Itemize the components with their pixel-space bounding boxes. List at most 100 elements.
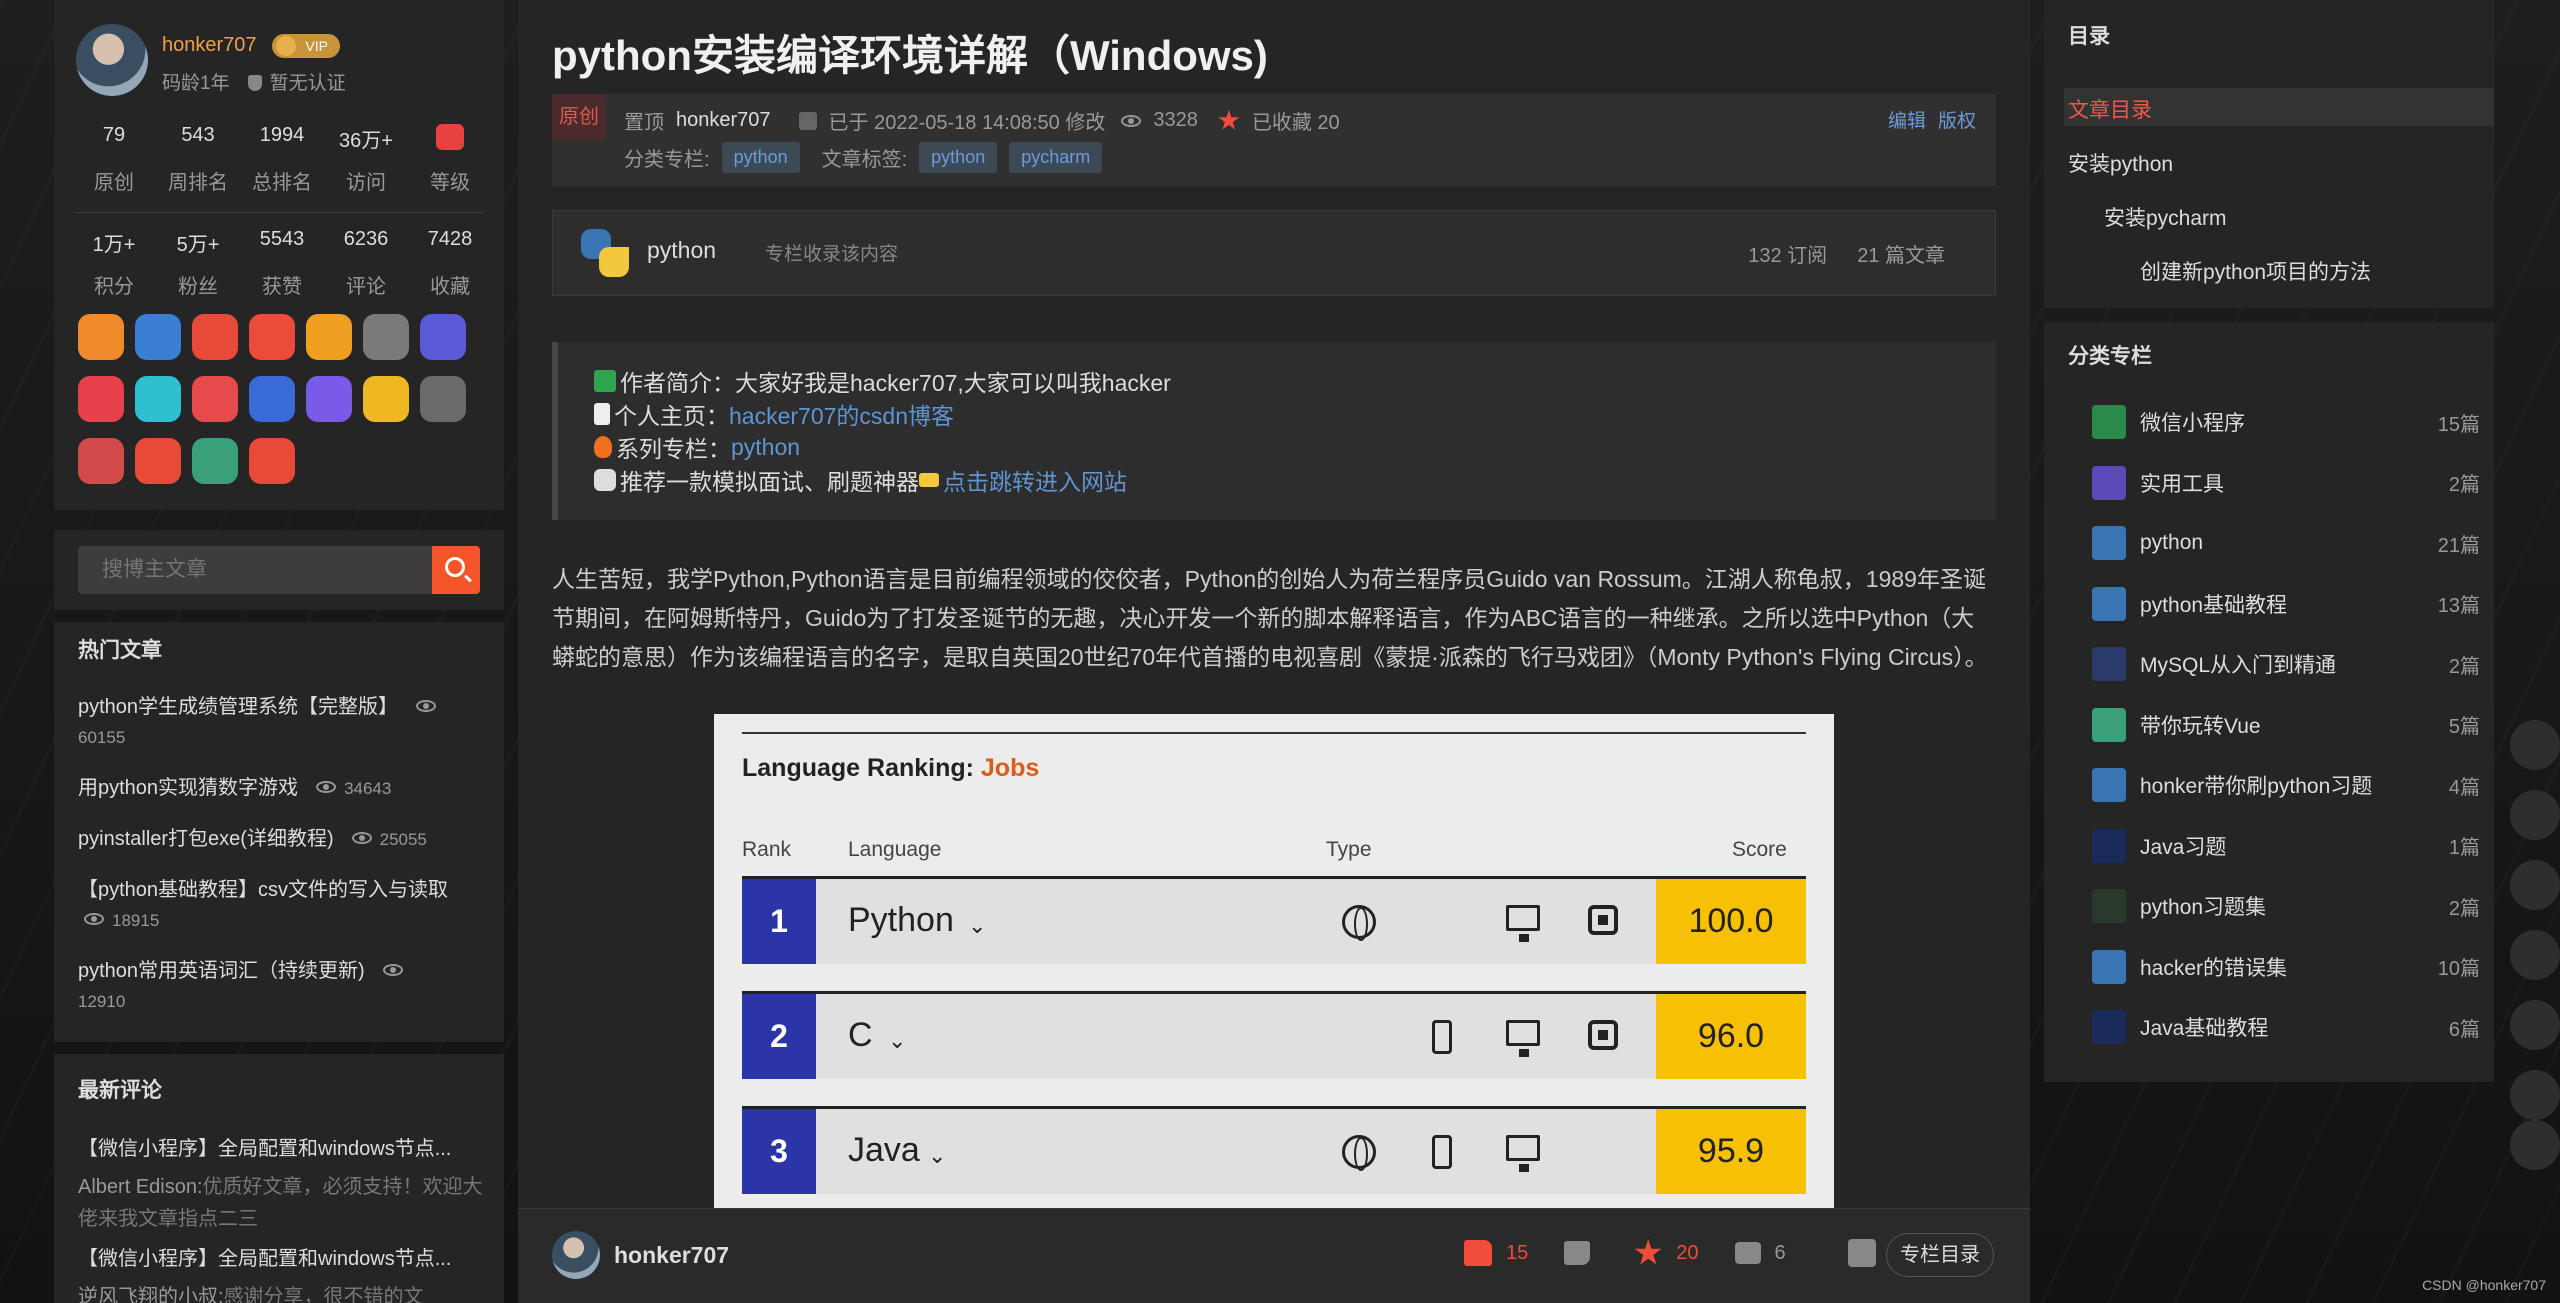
- category-item[interactable]: python 21篇: [2092, 523, 2480, 563]
- star-icon: [1218, 109, 1240, 130]
- achievement-badge-icon[interactable]: [306, 376, 352, 422]
- achievement-badge-icon[interactable]: [306, 314, 352, 360]
- stat-fans[interactable]: 5万+ 粉丝: [156, 228, 240, 299]
- toc-item[interactable]: 创建新python项目的方法: [2140, 256, 2371, 286]
- category-item[interactable]: MySQL从入门到精通 2篇: [2092, 644, 2480, 684]
- category-item[interactable]: hacker的错误集 10篇: [2092, 947, 2480, 987]
- hot-article-item[interactable]: 用python实现猜数字游戏 34643: [78, 773, 488, 804]
- category-name[interactable]: MySQL从入门到精通: [2140, 649, 2449, 679]
- chevron-down-icon: ⌄: [888, 1028, 907, 1053]
- achievement-badge-icon[interactable]: [363, 376, 409, 422]
- side-tool-button[interactable]: [2510, 1070, 2560, 1120]
- author-link[interactable]: honker707: [676, 109, 771, 132]
- hot-article-item[interactable]: pyinstaller打包exe(详细教程) 25055: [78, 824, 488, 855]
- category-name[interactable]: python: [2140, 531, 2438, 555]
- achievement-badge-icon[interactable]: [249, 376, 295, 422]
- achievement-badge-icon[interactable]: [192, 314, 238, 360]
- achievement-badge-icon[interactable]: [135, 438, 181, 484]
- stat-level[interactable]: 等级: [408, 124, 492, 195]
- category-name[interactable]: Java基础教程: [2140, 1012, 2449, 1042]
- homepage-link[interactable]: hacker707的csdn博客: [729, 397, 954, 431]
- avatar[interactable]: [76, 24, 148, 96]
- category-item[interactable]: honker带你刷python习题 4篇: [2092, 765, 2480, 805]
- toc-item[interactable]: 文章目录: [2068, 94, 2152, 124]
- achievement-badge-icon[interactable]: [78, 376, 124, 422]
- achievement-badge-icon[interactable]: [192, 438, 238, 484]
- side-tool-button[interactable]: [2510, 1120, 2560, 1170]
- achievement-badge-icon[interactable]: [363, 314, 409, 360]
- comment-item[interactable]: 【微信小程序】全局配置和windows节点... Albert Edison:优…: [78, 1132, 488, 1235]
- achievement-badge-icon[interactable]: [135, 314, 181, 360]
- stat-week-rank[interactable]: 543 周排名: [156, 124, 240, 195]
- hot-article-item[interactable]: python学生成绩管理系统【完整版】 60155: [78, 692, 488, 753]
- achievement-badge-icon[interactable]: [249, 314, 295, 360]
- category-item[interactable]: 实用工具 2篇: [2092, 463, 2480, 503]
- dislike-icon[interactable]: [1564, 1241, 1591, 1265]
- toolbar-author[interactable]: honker707: [614, 1242, 729, 1269]
- achievement-badge-icon[interactable]: [78, 438, 124, 484]
- stat-comments[interactable]: 6236 评论: [324, 228, 408, 299]
- side-tool-button[interactable]: [2510, 860, 2560, 910]
- hot-article-item[interactable]: 【python基础教程】csv文件的写入与读取 18915: [78, 875, 488, 936]
- achievement-badge-icon[interactable]: [78, 314, 124, 360]
- search-button[interactable]: [432, 546, 480, 594]
- comment-item[interactable]: 【微信小程序】全局配置和windows节点... 逆风飞翔的小叔:感谢分享，很不…: [78, 1242, 488, 1303]
- column-name[interactable]: python: [647, 237, 716, 264]
- article-tag[interactable]: pycharm: [1009, 142, 1103, 173]
- eye-icon: [316, 781, 337, 793]
- category-name[interactable]: 实用工具: [2140, 468, 2449, 498]
- column-directory-button[interactable]: 专栏目录: [1886, 1233, 1994, 1277]
- achievement-badge-icon[interactable]: [192, 376, 238, 422]
- category-item[interactable]: Java习题 1篇: [2092, 826, 2480, 866]
- recommend-link[interactable]: 点击跳转进入网站: [943, 463, 1127, 497]
- achievement-badge-icon[interactable]: [420, 314, 466, 360]
- category-name[interactable]: Java习题: [2140, 831, 2449, 861]
- achievement-badge-icon[interactable]: [135, 376, 181, 422]
- article-main: python安装编译环境详解（Windows) 原创 置顶 honker707 …: [518, 0, 2030, 1303]
- category-name[interactable]: 微信小程序: [2140, 407, 2438, 437]
- share-icon[interactable]: [1847, 1239, 1876, 1267]
- category-item[interactable]: python习题集 2篇: [2092, 886, 2480, 926]
- side-tool-button[interactable]: [2510, 790, 2560, 840]
- article-tag[interactable]: python: [919, 142, 998, 173]
- category-name[interactable]: 带你玩转Vue: [2140, 710, 2449, 740]
- category-icon: [2092, 949, 2126, 984]
- category-count: 21篇: [2437, 534, 2480, 557]
- category-name[interactable]: python习题集: [2140, 891, 2449, 921]
- hot-article-item[interactable]: python常用英语词汇（持续更新) 12910: [78, 956, 488, 1017]
- stat-likes[interactable]: 5543 获赞: [240, 228, 324, 299]
- series-link[interactable]: python: [731, 434, 800, 461]
- side-tool-button[interactable]: [2510, 720, 2560, 770]
- stat-total-rank[interactable]: 1994 总排名: [240, 124, 324, 195]
- achievement-badge-icon[interactable]: [420, 376, 466, 422]
- search-input[interactable]: [78, 546, 434, 594]
- stat-favorites[interactable]: 7428 收藏: [408, 228, 492, 299]
- stat-original[interactable]: 79 原创: [72, 124, 156, 195]
- profile-username[interactable]: honker707: [162, 34, 257, 57]
- author-intro: 作者简介：大家好我是hacker707,大家可以叫我hacker 个人主页： ha…: [552, 342, 1996, 520]
- copyright-link[interactable]: 版权: [1938, 106, 1976, 133]
- category-item[interactable]: 微信小程序 15篇: [2092, 402, 2480, 442]
- column-box[interactable]: python 专栏收录该内容 132 订阅 21 篇文章: [552, 210, 1996, 296]
- side-tool-button[interactable]: [2510, 930, 2560, 980]
- toc-item[interactable]: 安装python: [2068, 148, 2173, 178]
- category-item[interactable]: 带你玩转Vue 5篇: [2092, 705, 2480, 745]
- stat-visits[interactable]: 36万+ 访问: [324, 124, 408, 195]
- category-item[interactable]: Java基础教程 6篇: [2092, 1007, 2480, 1047]
- achievement-badge-icon[interactable]: [249, 438, 295, 484]
- category-name[interactable]: python基础教程: [2140, 589, 2438, 619]
- category-name[interactable]: honker带你刷python习题: [2140, 770, 2449, 800]
- column-tag[interactable]: python: [721, 142, 800, 173]
- stat-points[interactable]: 1万+ 积分: [72, 228, 156, 299]
- category-name[interactable]: hacker的错误集: [2140, 952, 2438, 982]
- like-icon[interactable]: [1464, 1240, 1492, 1266]
- comment-icon[interactable]: [1734, 1242, 1761, 1264]
- toc-item[interactable]: 安装pycharm: [2104, 202, 2227, 232]
- category-item[interactable]: python基础教程 13篇: [2092, 584, 2480, 624]
- category-count: 15篇: [2437, 413, 2480, 436]
- edit-link[interactable]: 编辑: [1888, 106, 1926, 133]
- category-icon: [2092, 647, 2126, 681]
- side-tool-button[interactable]: [2510, 1000, 2560, 1050]
- avatar[interactable]: [552, 1231, 600, 1279]
- favorite-icon[interactable]: [1634, 1239, 1662, 1265]
